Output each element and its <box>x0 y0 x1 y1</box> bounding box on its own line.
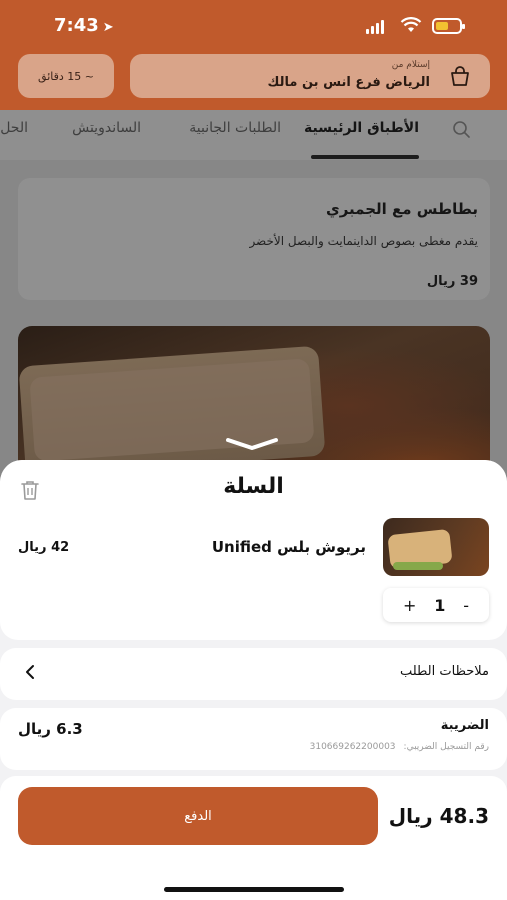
cart-sheet: السلة بريوش بلس Unified 42 ريال + 1 - مل… <box>0 460 507 900</box>
tax-registration: رقم التسجيل الضريبي: 310669262200003 <box>302 742 489 752</box>
pickup-branch-selector[interactable]: إستلام من الرياض فرع انس بن مالك <box>130 54 490 98</box>
tab-side-orders[interactable]: الطلبات الجانبية <box>189 120 281 136</box>
home-indicator[interactable] <box>164 887 344 892</box>
cart-item-name: بريوش بلس Unified <box>211 538 366 556</box>
time-text: 7:43 <box>54 15 99 36</box>
tax-amount: 6.3 ريال <box>18 720 83 738</box>
battery-icon <box>432 18 465 34</box>
tab-sandwiches[interactable]: الساندويتش <box>72 120 141 136</box>
dish-price: 39 ريال <box>426 274 478 289</box>
order-total: 48.3 ريال <box>388 804 489 828</box>
cart-item-price: 42 ريال <box>18 540 70 555</box>
order-notes-row[interactable]: ملاحظات الطلب <box>0 648 507 700</box>
cart-item-image <box>383 518 489 576</box>
app-header: 7:43 ➤ ~ 15 دقائق إستلام من الرياض فرع ان… <box>0 0 507 110</box>
eta-pill[interactable]: ~ 15 دقائق <box>18 54 114 98</box>
cart-title: السلة <box>223 474 284 499</box>
search-icon[interactable] <box>452 120 472 144</box>
chevron-left-icon <box>24 663 36 685</box>
dish-description: يقدم مغطى بصوص الداينمايت والبصل الأخضر <box>249 234 478 248</box>
pickup-label: إستلام من <box>391 60 430 70</box>
signal-icon <box>366 20 384 34</box>
bread-illustration <box>18 345 326 477</box>
active-tab-indicator <box>311 155 419 159</box>
checkout-bar: 48.3 ريال الدفع <box>0 776 507 900</box>
wifi-icon <box>400 17 422 37</box>
order-notes-label: ملاحظات الطلب <box>399 664 489 679</box>
location-arrow-icon: ➤ <box>102 20 114 35</box>
chevron-down-icon[interactable] <box>224 436 280 456</box>
increase-button[interactable]: + <box>403 596 416 615</box>
status-bar: 7:43 ➤ <box>0 12 507 42</box>
category-tabs: الأطباق الرئيسية الطلبات الجانبية الساند… <box>0 110 507 160</box>
trash-icon[interactable] <box>18 478 42 506</box>
dish-card[interactable]: بطاطس مع الجمبري يقدم مغطى بصوص الداينما… <box>18 178 490 300</box>
dish-name: بطاطس مع الجمبري <box>325 200 478 218</box>
pay-button[interactable]: الدفع <box>18 787 378 845</box>
decrease-button[interactable]: - <box>463 596 469 615</box>
branch-name: الرياض فرع انس بن مالك <box>267 75 430 90</box>
cart-items-panel: السلة بريوش بلس Unified 42 ريال + 1 - <box>0 460 507 640</box>
tax-registration-label: رقم التسجيل الضريبي: <box>403 742 489 752</box>
tab-main-dishes[interactable]: الأطباق الرئيسية <box>304 120 419 136</box>
shopping-bag-icon <box>448 64 472 92</box>
quantity-value: 1 <box>434 595 446 615</box>
tax-registration-number: 310669262200003 <box>309 742 396 752</box>
menu-content: بطاطس مع الجمبري يقدم مغطى بصوص الداينما… <box>0 160 507 480</box>
tab-desserts[interactable]: الحل <box>0 120 28 136</box>
tax-label: الضريبة <box>440 718 489 733</box>
status-time: 7:43 ➤ <box>54 15 114 36</box>
dish-photo[interactable] <box>18 326 490 480</box>
tax-row: الضريبة رقم التسجيل الضريبي: 310669262200… <box>0 708 507 770</box>
quantity-stepper: + 1 - <box>383 588 489 622</box>
